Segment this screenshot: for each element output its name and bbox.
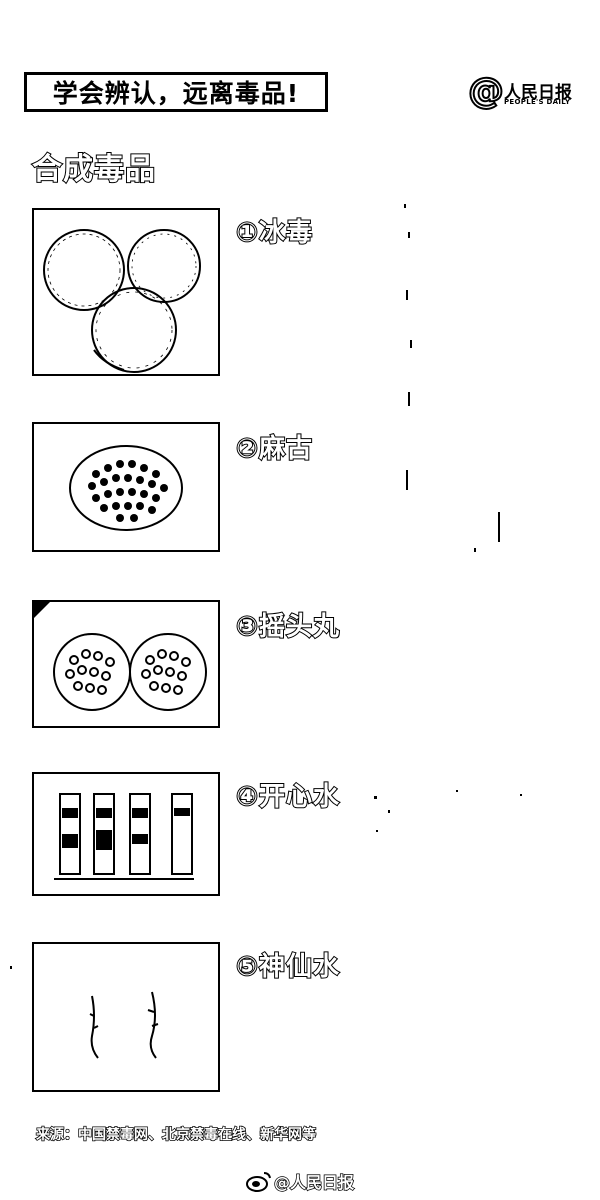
scan-noise	[10, 204, 522, 969]
